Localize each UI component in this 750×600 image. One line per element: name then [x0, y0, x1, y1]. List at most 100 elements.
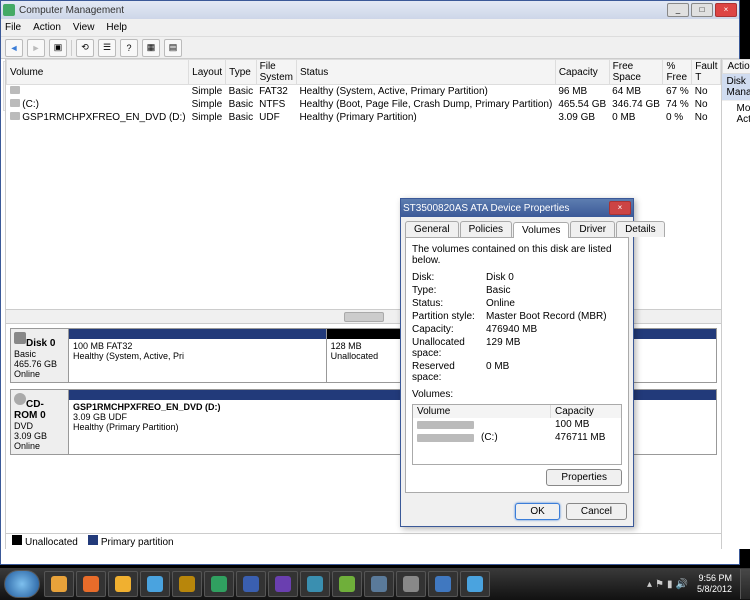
dialog-titlebar[interactable]: ST3500820AS ATA Device Properties ×	[401, 199, 633, 217]
toolbar-btn-b[interactable]: ▤	[164, 39, 182, 57]
app-icon	[3, 4, 15, 16]
taskbar-app-button[interactable]	[236, 571, 266, 597]
toolbar-btn-a[interactable]: ▦	[142, 39, 160, 57]
tray-flag-icon[interactable]: ⚑	[655, 579, 664, 590]
scrollbar-thumb[interactable]	[344, 312, 384, 322]
back-button[interactable]: ◄	[5, 39, 23, 57]
legend-swatch-unallocated	[12, 535, 22, 545]
actions-pane: Actions Disk Management▴ More Actions ▸	[722, 59, 750, 549]
app-icon	[339, 576, 355, 592]
app-icon	[211, 576, 227, 592]
legend-swatch-primary	[88, 535, 98, 545]
app-icon	[371, 576, 387, 592]
col-capacity[interactable]: Capacity	[555, 60, 609, 85]
forward-button[interactable]: ►	[27, 39, 45, 57]
refresh-button[interactable]: ⟲	[76, 39, 94, 57]
clock[interactable]: 9:56 PM 5/8/2012	[691, 573, 738, 595]
menu-action[interactable]: Action	[33, 22, 61, 33]
tray-volume-icon[interactable]: 🔊	[676, 579, 688, 590]
toolbar: ◄ ► ▣ ⟲ ☰ ? ▦ ▤	[1, 37, 739, 59]
menu-help[interactable]: Help	[106, 22, 127, 33]
tab-driver[interactable]: Driver	[570, 221, 615, 237]
close-button[interactable]: ×	[715, 3, 737, 17]
help-button[interactable]: ?	[120, 39, 138, 57]
menu-view[interactable]: View	[73, 22, 95, 33]
dialog-close-button[interactable]: ×	[609, 201, 631, 215]
show-desktop-button[interactable]	[740, 569, 750, 599]
col-volume[interactable]: Volume	[7, 60, 189, 85]
maximize-button[interactable]: □	[691, 3, 713, 17]
taskbar-app-button[interactable]	[108, 571, 138, 597]
col-pctfree[interactable]: % Free	[663, 60, 692, 85]
menubar: File Action View Help	[1, 19, 739, 37]
disk0-header[interactable]: Disk 0 Basic 465.76 GB Online	[11, 329, 69, 382]
table-row[interactable]: (C:)SimpleBasicNTFSHealthy (Boot, Page F…	[7, 98, 721, 111]
taskbar-app-button[interactable]	[396, 571, 426, 597]
table-row[interactable]: GSP1RMCHPXFREO_EN_DVD (D:)SimpleBasicUDF…	[7, 111, 721, 124]
device-properties-dialog[interactable]: ST3500820AS ATA Device Properties × Gene…	[400, 198, 634, 527]
actions-header: Actions	[722, 59, 750, 74]
cdrom-icon	[14, 393, 26, 405]
taskbar-app-button[interactable]	[204, 571, 234, 597]
volume-icon	[10, 86, 20, 94]
col-layout[interactable]: Layout	[189, 60, 226, 85]
dialog-title: ST3500820AS ATA Device Properties	[403, 203, 607, 214]
start-button[interactable]	[4, 570, 40, 598]
properties-button[interactable]: ☰	[98, 39, 116, 57]
taskbar-app-button[interactable]	[76, 571, 106, 597]
titlebar[interactable]: Computer Management _ □ ×	[1, 1, 739, 19]
tray-network-icon[interactable]: ▮	[667, 579, 673, 590]
dialog-volumes-list[interactable]: VolumeCapacity 100 MB (C:)476711 MB	[412, 404, 622, 465]
cancel-button[interactable]: Cancel	[566, 503, 627, 520]
dialog-intro: The volumes contained on this disk are l…	[412, 244, 622, 266]
col-fault[interactable]: Fault T	[692, 60, 721, 85]
volume-icon	[417, 434, 474, 442]
col-filesystem[interactable]: File System	[256, 60, 296, 85]
actions-more[interactable]: More Actions ▸	[722, 101, 750, 127]
tab-general[interactable]: General	[405, 221, 459, 237]
actions-disk-management[interactable]: Disk Management▴	[722, 74, 750, 101]
app-icon	[275, 576, 291, 592]
vol-col-volume[interactable]: Volume	[413, 405, 551, 418]
system-tray[interactable]: ▴ ⚑ ▮ 🔊 9:56 PM 5/8/2012	[645, 573, 740, 595]
minimize-button[interactable]: _	[667, 3, 689, 17]
app-icon	[115, 576, 131, 592]
legend: Unallocated Primary partition	[6, 533, 721, 549]
taskbar-app-button[interactable]	[268, 571, 298, 597]
taskbar-app-button[interactable]	[140, 571, 170, 597]
table-row[interactable]: SimpleBasicFAT32Healthy (System, Active,…	[7, 85, 721, 99]
taskbar-app-button[interactable]	[428, 571, 458, 597]
tray-show-hidden-icon[interactable]: ▴	[647, 579, 652, 590]
volumes-label: Volumes:	[412, 389, 622, 400]
app-icon	[435, 576, 451, 592]
taskbar-app-button[interactable]	[332, 571, 362, 597]
dialog-volume-row[interactable]: 100 MB	[413, 418, 621, 431]
up-button[interactable]: ▣	[49, 39, 67, 57]
app-icon	[403, 576, 419, 592]
app-icon	[307, 576, 323, 592]
app-icon	[51, 576, 67, 592]
tab-details[interactable]: Details	[616, 221, 665, 237]
dialog-volume-row[interactable]: (C:)476711 MB	[413, 431, 621, 444]
taskbar-app-button[interactable]	[44, 571, 74, 597]
col-status[interactable]: Status	[296, 60, 555, 85]
volume-properties-button[interactable]: Properties	[546, 469, 622, 486]
dialog-body: The volumes contained on this disk are l…	[405, 237, 629, 493]
taskbar-app-button[interactable]	[300, 571, 330, 597]
app-icon	[243, 576, 259, 592]
window-title: Computer Management	[19, 5, 665, 16]
menu-file[interactable]: File	[5, 22, 21, 33]
taskbar[interactable]: ▴ ⚑ ▮ 🔊 9:56 PM 5/8/2012	[0, 568, 750, 600]
taskbar-app-button[interactable]	[364, 571, 394, 597]
ok-button[interactable]: OK	[515, 503, 559, 520]
cdrom0-header[interactable]: CD-ROM 0 DVD 3.09 GB Online	[11, 390, 69, 454]
taskbar-apps	[44, 571, 645, 597]
disk0-partition-1[interactable]: 100 MB FAT32 Healthy (System, Active, Pr…	[69, 329, 327, 382]
col-freespace[interactable]: Free Space	[609, 60, 663, 85]
col-type[interactable]: Type	[226, 60, 256, 85]
taskbar-app-button[interactable]	[172, 571, 202, 597]
tab-volumes[interactable]: Volumes	[513, 222, 569, 238]
taskbar-app-button[interactable]	[460, 571, 490, 597]
tab-policies[interactable]: Policies	[460, 221, 512, 237]
vol-col-capacity[interactable]: Capacity	[551, 405, 621, 418]
